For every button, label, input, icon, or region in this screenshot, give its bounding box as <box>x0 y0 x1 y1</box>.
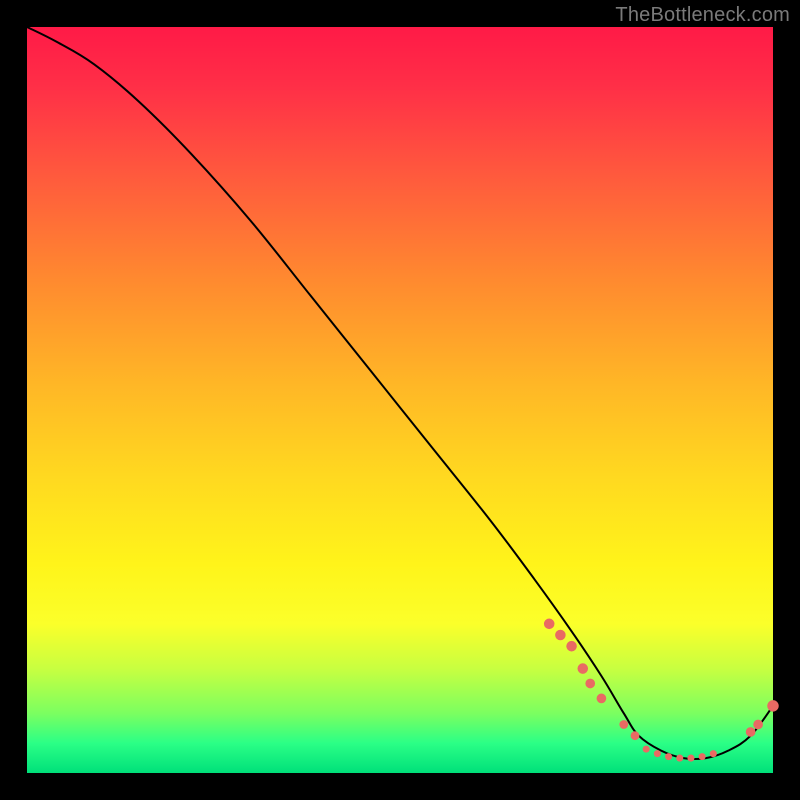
marker-dot <box>544 619 555 630</box>
marker-dot <box>631 731 640 740</box>
marker-dot <box>577 663 588 674</box>
highlight-points <box>544 619 779 762</box>
marker-dot <box>654 750 661 757</box>
curve-layer <box>27 27 773 773</box>
bottleneck-curve <box>27 27 773 759</box>
marker-dot <box>597 694 607 704</box>
watermark-text: TheBottleneck.com <box>615 4 790 27</box>
marker-dot <box>753 720 763 730</box>
marker-dot <box>746 727 756 737</box>
chart-frame: TheBottleneck.com <box>0 0 800 800</box>
marker-dot <box>566 641 577 652</box>
marker-dot <box>710 750 717 757</box>
marker-dot <box>687 755 694 762</box>
marker-dot <box>555 630 566 641</box>
marker-dot <box>676 755 683 762</box>
marker-dot <box>643 746 650 753</box>
plot-area <box>27 27 773 773</box>
marker-dot <box>585 679 595 689</box>
marker-dot <box>619 720 628 729</box>
marker-dot <box>767 700 778 711</box>
marker-dot <box>665 753 672 760</box>
marker-dot <box>699 753 706 760</box>
